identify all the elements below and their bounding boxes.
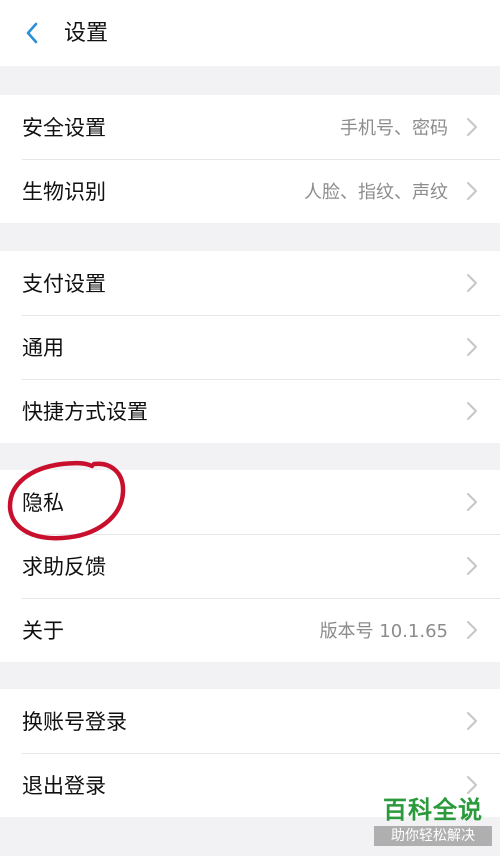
chevron-right-icon xyxy=(467,118,477,136)
watermark-subtitle: 助你轻松解决 xyxy=(374,826,492,846)
settings-row-general[interactable]: 通用 xyxy=(0,315,500,379)
chevron-right-icon xyxy=(467,712,477,730)
row-label: 关于 xyxy=(22,619,64,643)
chevron-right-icon xyxy=(467,776,477,794)
row-label: 安全设置 xyxy=(22,116,106,140)
back-button[interactable] xyxy=(18,19,46,47)
settings-row-payment[interactable]: 支付设置 xyxy=(0,251,500,315)
page-title: 设置 xyxy=(64,21,109,46)
chevron-left-icon xyxy=(26,22,38,44)
settings-row-about[interactable]: 关于 版本号 10.1.65 xyxy=(0,598,500,662)
settings-group-account: 安全设置 手机号、密码 生物识别 人脸、指纹、声纹 xyxy=(0,95,500,223)
row-label: 生物识别 xyxy=(22,180,106,204)
chevron-right-icon xyxy=(467,338,477,356)
row-label: 换账号登录 xyxy=(22,710,127,734)
chevron-right-icon xyxy=(467,274,477,292)
row-value: 人脸、指纹、声纹 xyxy=(304,182,448,203)
settings-group-login: 换账号登录 退出登录 xyxy=(0,689,500,817)
settings-group-about: 隐私 求助反馈 关于 版本号 10.1.65 xyxy=(0,470,500,662)
settings-row-feedback[interactable]: 求助反馈 xyxy=(0,534,500,598)
row-label: 求助反馈 xyxy=(22,555,106,579)
row-label: 隐私 xyxy=(22,491,64,515)
chevron-right-icon xyxy=(467,557,477,575)
settings-row-security[interactable]: 安全设置 手机号、密码 xyxy=(0,95,500,159)
chevron-right-icon xyxy=(467,621,477,639)
header-bar: 设置 xyxy=(0,0,500,66)
row-label: 支付设置 xyxy=(22,272,106,296)
settings-row-biometrics[interactable]: 生物识别 人脸、指纹、声纹 xyxy=(0,159,500,223)
row-label: 快捷方式设置 xyxy=(22,400,148,424)
row-label: 通用 xyxy=(22,336,64,360)
settings-row-privacy[interactable]: 隐私 xyxy=(0,470,500,534)
chevron-right-icon xyxy=(467,182,477,200)
row-value: 手机号、密码 xyxy=(340,118,448,139)
settings-row-shortcuts[interactable]: 快捷方式设置 xyxy=(0,379,500,443)
row-value: 版本号 10.1.65 xyxy=(319,621,448,642)
chevron-right-icon xyxy=(467,493,477,511)
settings-row-logout[interactable]: 退出登录 xyxy=(0,753,500,817)
settings-group-general: 支付设置 通用 快捷方式设置 xyxy=(0,251,500,443)
chevron-right-icon xyxy=(467,402,477,420)
row-label: 退出登录 xyxy=(22,774,106,798)
settings-row-switch-account[interactable]: 换账号登录 xyxy=(0,689,500,753)
